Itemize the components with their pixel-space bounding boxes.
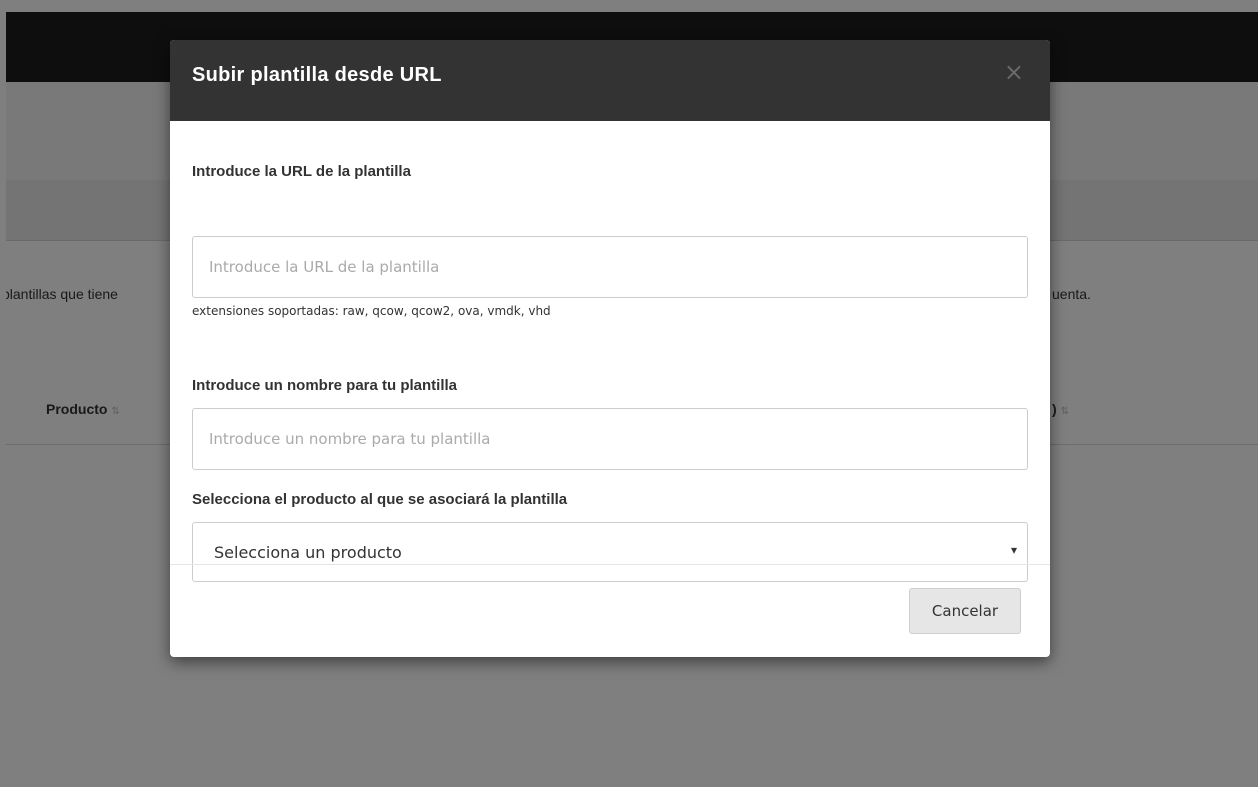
modal-footer: Cancelar <box>170 564 1050 657</box>
supported-extensions-help: extensiones soportadas: raw, qcow, qcow2… <box>192 304 551 318</box>
upload-template-modal: Subir plantilla desde URL × Introduce la… <box>170 40 1050 657</box>
modal-title: Subir plantilla desde URL <box>192 64 442 86</box>
modal-header: Subir plantilla desde URL × <box>170 40 1050 121</box>
page: plantillas que tiene uenta. Producto⇅ )⇅… <box>0 0 1258 787</box>
chevron-down-icon: ▾ <box>1010 543 1017 557</box>
cancel-button[interactable]: Cancelar <box>909 588 1021 634</box>
close-icon[interactable]: × <box>1004 60 1024 84</box>
name-field-label: Introduce un nombre para tu plantilla <box>192 377 458 394</box>
template-name-input[interactable] <box>192 408 1028 470</box>
template-url-input[interactable] <box>192 236 1028 298</box>
product-select-value: Selecciona un producto <box>214 543 402 562</box>
product-field-label: Selecciona el producto al que se asociar… <box>192 491 568 508</box>
url-field-label: Introduce la URL de la plantilla <box>192 163 411 180</box>
